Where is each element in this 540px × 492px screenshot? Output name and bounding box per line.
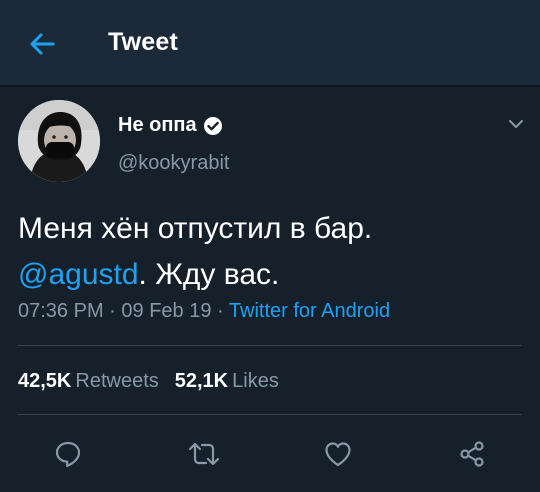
retweet-button[interactable] (184, 434, 224, 474)
divider (18, 345, 522, 346)
meta-separator: · (211, 300, 229, 322)
avatar-image (18, 100, 100, 182)
tweet-meta: 07:36 PM · 09 Feb 19 · Twitter for Andro… (18, 300, 390, 323)
verified-badge-icon (203, 116, 222, 135)
tweet-time: 07:36 PM (18, 300, 104, 322)
divider (18, 414, 522, 415)
tweet-text: Меня хён отпустил в бар. @agustd. Жду ва… (18, 206, 518, 298)
chevron-down-icon (509, 120, 523, 128)
mention-link[interactable]: @agustd (18, 258, 139, 291)
more-options-button[interactable] (502, 112, 530, 136)
display-name-text: Не оппа (118, 114, 197, 136)
tweet-source-link[interactable]: Twitter for Android (229, 300, 390, 322)
tweet-stats: 42,5K Retweets 52,1K Likes (18, 370, 279, 393)
tweet-line-1: Меня хён отпустил в бар. (18, 212, 373, 245)
retweets-count: 42,5K (18, 370, 72, 392)
like-button[interactable] (318, 434, 358, 474)
retweets-label: Retweets (75, 370, 159, 392)
retweets-stat[interactable]: 42,5K Retweets (18, 370, 159, 392)
reply-button[interactable] (48, 434, 88, 474)
display-name[interactable]: Не оппа (118, 114, 223, 137)
likes-label: Likes (232, 370, 279, 392)
reply-icon (55, 441, 81, 468)
tweet-line-2: @agustd. Жду вас. (18, 252, 518, 298)
share-button[interactable] (452, 434, 492, 474)
header-divider (0, 85, 540, 87)
top-app-bar: Tweet (0, 0, 540, 85)
tweet-line-2-text: . Жду вас. (138, 258, 280, 291)
arrow-left-icon (30, 33, 55, 55)
avatar[interactable] (18, 100, 100, 182)
share-icon (460, 441, 484, 467)
page-title: Tweet (108, 28, 178, 56)
tweet-date: 09 Feb 19 (121, 300, 212, 322)
retweet-icon (188, 442, 220, 466)
likes-count: 52,1K (174, 370, 229, 392)
like-icon (325, 442, 351, 467)
likes-stat[interactable]: 52,1K Likes (175, 370, 279, 392)
back-button[interactable] (22, 26, 62, 62)
tweet-detail-screen: Tweet Не оппа @kookyrabit Меня хён отпус… (0, 0, 540, 492)
meta-separator: · (103, 300, 122, 322)
username[interactable]: @kookyrabit (118, 152, 229, 175)
